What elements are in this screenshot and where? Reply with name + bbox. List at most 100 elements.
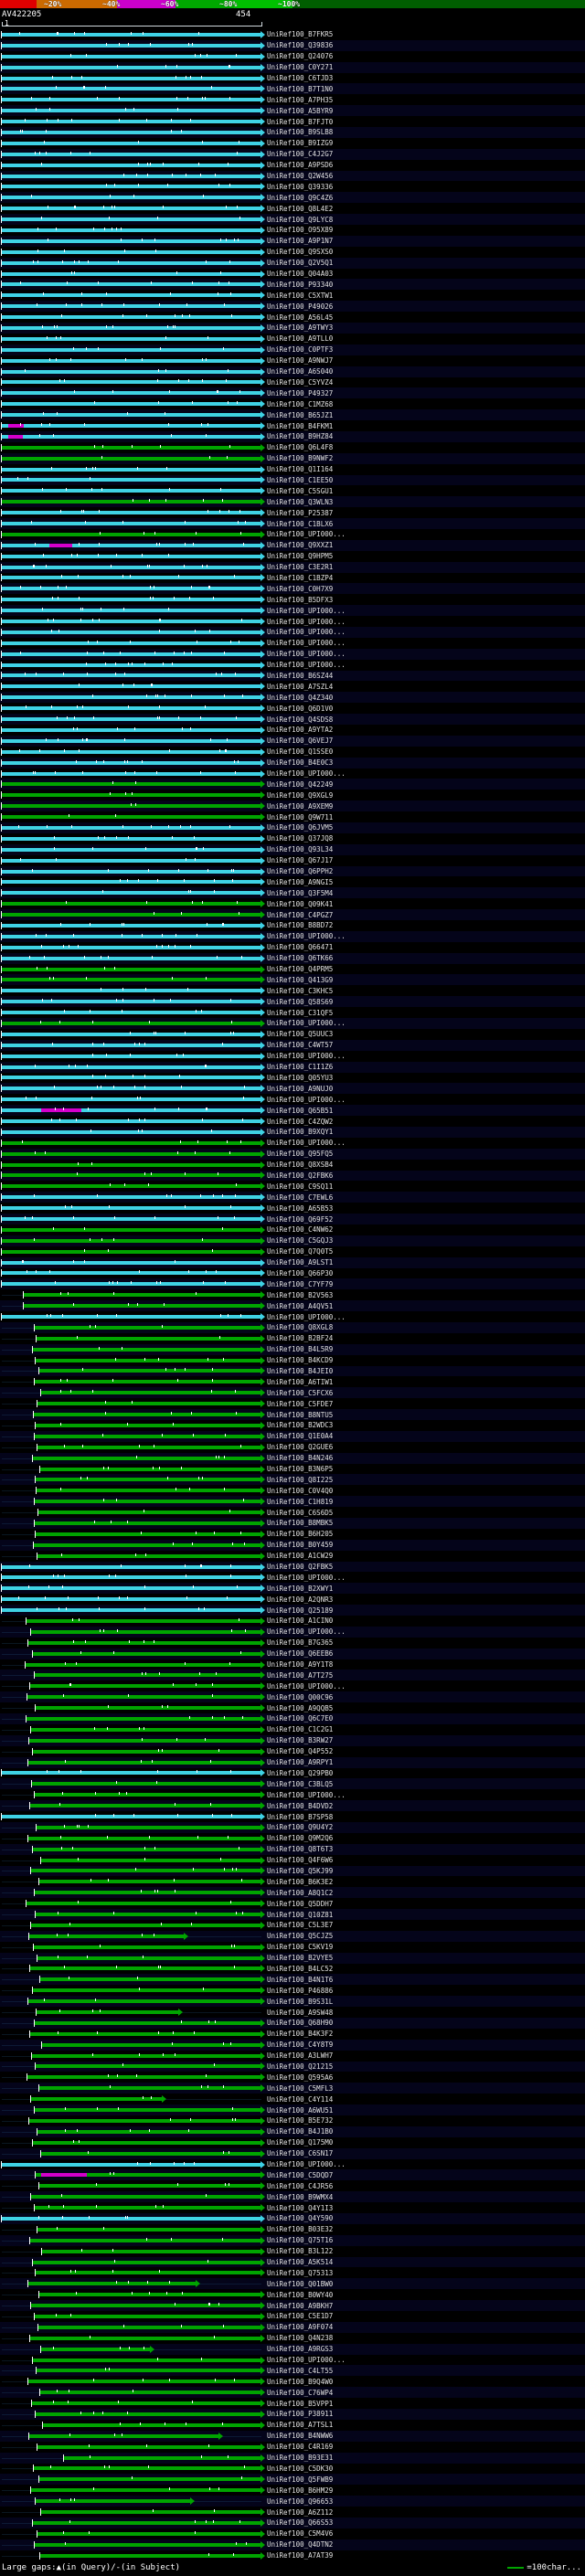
hit-label[interactable]: UniRef100_A7TSL1	[267, 2420, 333, 2431]
hit-label[interactable]: UniRef100_A6S040	[267, 366, 333, 377]
hit-label[interactable]: UniRef100_C5FCX6	[267, 1387, 333, 1398]
alignment-bar[interactable]	[27, 1932, 188, 1940]
alignment-bar[interactable]	[29, 2193, 266, 2201]
alignment-bar[interactable]	[32, 2465, 266, 2473]
alignment-bar[interactable]	[1, 791, 265, 800]
alignment-bar[interactable]	[1, 172, 265, 180]
hit-label[interactable]: UniRef100_Q42249	[267, 779, 333, 790]
alignment-bar[interactable]	[33, 2204, 266, 2212]
alignment-bar[interactable]	[1, 1769, 265, 1777]
hit-label[interactable]: UniRef100_Q4PRM5	[267, 964, 333, 975]
alignment-bar[interactable]	[1, 1107, 265, 1115]
alignment-bar[interactable]	[37, 1509, 266, 1517]
hit-label[interactable]: UniRef100_UPI000...	[267, 1094, 346, 1105]
hit-label[interactable]: UniRef100_B4NWW6	[267, 2431, 333, 2442]
alignment-bar[interactable]	[31, 1345, 266, 1353]
alignment-bar[interactable]	[1, 2160, 265, 2168]
alignment-bar[interactable]	[1, 563, 265, 571]
alignment-bar[interactable]	[1, 400, 265, 408]
alignment-bar[interactable]	[1, 476, 265, 484]
hit-label[interactable]: UniRef100_C5E1D7	[267, 2311, 333, 2322]
hit-label[interactable]: UniRef100_C4PGZ7	[267, 909, 333, 920]
hit-label[interactable]: UniRef100_Q96653	[267, 2496, 333, 2507]
hit-label[interactable]: UniRef100_Q01BW0	[267, 2278, 333, 2289]
alignment-bar[interactable]	[1, 900, 265, 908]
hit-label[interactable]: UniRef100_Q6VEJ7	[267, 736, 333, 747]
alignment-bar[interactable]	[1, 726, 265, 734]
hit-label[interactable]: UniRef100_C4JR56	[267, 2180, 333, 2191]
hit-label[interactable]: UniRef100_P49026	[267, 301, 333, 312]
alignment-bar[interactable]	[1, 292, 265, 300]
alignment-bar[interactable]	[36, 1334, 265, 1342]
hit-label[interactable]: UniRef100_UPI000...	[267, 649, 346, 660]
hit-label[interactable]: UniRef100_Q75313	[267, 2267, 333, 2278]
alignment-bar[interactable]	[27, 1638, 265, 1647]
hit-label[interactable]: UniRef100_A9P1N7	[267, 236, 333, 247]
alignment-bar[interactable]	[27, 1758, 266, 1766]
alignment-bar[interactable]	[1, 259, 265, 267]
hit-label[interactable]: UniRef100_C1MZ68	[267, 398, 333, 409]
hit-label[interactable]: UniRef100_C5FDE7	[267, 1398, 333, 1409]
alignment-bar[interactable]	[34, 1911, 266, 1919]
hit-label[interactable]: UniRef100_A5BYR9	[267, 105, 333, 116]
hit-label[interactable]: UniRef100_B6K3E2	[267, 1876, 333, 1887]
alignment-bar[interactable]	[1, 1063, 265, 1071]
alignment-bar[interactable]	[31, 1845, 266, 1853]
alignment-bar[interactable]	[29, 1965, 265, 1973]
alignment-bar[interactable]	[1, 813, 265, 822]
alignment-bar[interactable]	[1, 1161, 265, 1169]
alignment-bar[interactable]	[1, 618, 265, 626]
alignment-bar[interactable]	[29, 2334, 265, 2342]
alignment-bar[interactable]	[1, 683, 265, 691]
hit-label[interactable]: UniRef100_Q3F5M4	[267, 887, 333, 898]
hit-label[interactable]: UniRef100_C5SGU1	[267, 485, 333, 496]
hit-label[interactable]: UniRef100_Q65B51	[267, 1105, 333, 1116]
alignment-bar[interactable]	[37, 2225, 265, 2233]
hit-label[interactable]: UniRef100_B9HZ84	[267, 431, 333, 442]
alignment-bar[interactable]	[34, 2312, 265, 2320]
hit-label[interactable]: UniRef100_Q9XXZ1	[267, 540, 333, 551]
alignment-bar[interactable]	[1, 509, 265, 517]
alignment-bar[interactable]	[1, 520, 265, 528]
hit-label[interactable]: UniRef100_UPI000...	[267, 931, 346, 942]
hit-label[interactable]: UniRef100_B9SLB8	[267, 127, 333, 138]
alignment-bar[interactable]	[1, 705, 265, 713]
hit-label[interactable]: UniRef100_B3RW27	[267, 1735, 333, 1746]
alignment-bar[interactable]	[1, 85, 265, 93]
alignment-bar[interactable]	[32, 1454, 265, 1462]
alignment-bar[interactable]	[1, 845, 265, 853]
hit-label[interactable]: UniRef100_B65JZ1	[267, 409, 333, 420]
alignment-bar[interactable]	[38, 2291, 265, 2299]
hit-label[interactable]: UniRef100_Q95FQ5	[267, 1149, 333, 1160]
alignment-bar[interactable]	[1, 389, 265, 398]
hit-label[interactable]: UniRef100_Q2GUE6	[267, 1442, 333, 1453]
alignment-bar[interactable]	[28, 2236, 266, 2244]
alignment-bar[interactable]	[1, 1074, 265, 1082]
hit-label[interactable]: UniRef100_A3LWH7	[267, 2051, 333, 2062]
alignment-bar[interactable]	[36, 1552, 266, 1560]
hit-label[interactable]: UniRef100_UPI000...	[267, 627, 346, 638]
alignment-bar[interactable]	[37, 1443, 265, 1451]
hit-label[interactable]: UniRef100_A8Q1C2	[267, 1887, 333, 1898]
alignment-bar[interactable]	[28, 1682, 266, 1691]
alignment-bar[interactable]	[1, 661, 265, 669]
alignment-bar[interactable]	[1, 302, 265, 311]
hit-label[interactable]: UniRef100_C6S6D5	[267, 1507, 333, 1518]
alignment-bar[interactable]	[1, 1215, 265, 1224]
alignment-bar[interactable]	[27, 1998, 266, 2006]
alignment-bar[interactable]	[1, 1118, 265, 1125]
hit-label[interactable]: UniRef100_Q68H90	[267, 2018, 333, 2029]
alignment-bar[interactable]	[1, 52, 265, 60]
hit-label[interactable]: UniRef100_UPI000...	[267, 529, 346, 540]
hit-label[interactable]: UniRef100_C4Y8T9	[267, 2040, 333, 2051]
hit-label[interactable]: UniRef100_A9TLL0	[267, 334, 333, 345]
hit-label[interactable]: UniRef100_Q29PB0	[267, 1768, 333, 1779]
hit-label[interactable]: UniRef100_B2XWY1	[267, 1583, 333, 1594]
hit-label[interactable]: UniRef100_C4ZQW2	[267, 1116, 333, 1127]
hit-label[interactable]: UniRef100_C5L3E7	[267, 1920, 333, 1931]
alignment-bar[interactable]	[1, 834, 265, 843]
hit-label[interactable]: UniRef100_UPI000...	[267, 616, 346, 627]
hit-label[interactable]: UniRef100_A1CIN0	[267, 1616, 333, 1627]
alignment-bar[interactable]	[1, 628, 265, 636]
hit-label[interactable]: UniRef100_A9LST1	[267, 1257, 333, 1268]
